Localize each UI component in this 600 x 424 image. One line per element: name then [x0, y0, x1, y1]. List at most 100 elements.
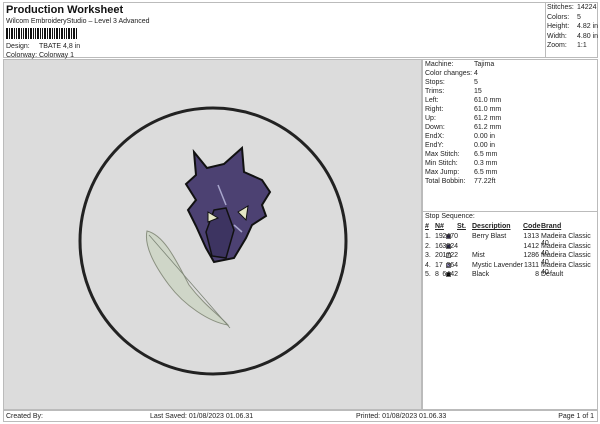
info-label: Total Bobbin:	[425, 178, 466, 185]
info-value: 4	[474, 70, 478, 77]
info-row: Down: 61.2 mm	[425, 124, 501, 131]
info-label: Right:	[425, 106, 444, 113]
thread-description: Mystic Lavender	[472, 261, 523, 269]
info-value: 6.5 mm	[474, 151, 498, 158]
info-label: EndX:	[425, 133, 445, 140]
printed-date: Printed: 01/08/2023 01.06.33	[356, 413, 447, 420]
thread-description: Mist	[472, 252, 485, 260]
info-label: Up:	[425, 115, 436, 122]
last-saved: Last Saved: 01/08/2023 01.06.31	[150, 413, 254, 420]
info-row: Max Stitch: 6.5 mm	[425, 151, 497, 158]
stitch-count: 364	[446, 261, 458, 269]
details-panel: Machine: Tajima Color changes: 4 Stops: 5 Trim…	[422, 59, 598, 410]
info-row: EndX: 0.00 in	[425, 133, 495, 140]
stat-value: 14224	[577, 4, 597, 11]
info-row: EndY: 0.00 in	[425, 142, 495, 149]
footer: Created By: Last Saved: 01/08/2023 01.06…	[3, 410, 598, 422]
stop-row: 5. 8 6442 Black 8 Default	[423, 271, 597, 281]
design-preview	[3, 59, 422, 410]
info-row: Color changes: 4	[425, 70, 478, 77]
info-row: Machine: Tajima	[425, 61, 494, 68]
info-value: 77.22ft	[474, 178, 496, 185]
stat-value: 4.82 in	[577, 23, 599, 30]
needle-num: 8	[435, 271, 439, 279]
stop-num: 4.	[425, 261, 431, 269]
info-value: 61.2 mm	[474, 115, 502, 122]
stop-num: 5.	[425, 271, 431, 279]
stat-value: 4.80 in	[577, 32, 599, 40]
info-row: Max Jump: 6.5 mm	[425, 169, 497, 176]
stop-row: 2. 16 3224 1412 Madeira Classic 40	[423, 242, 597, 257]
stop-num: 3.	[425, 252, 431, 260]
stitch-count: 6442	[442, 271, 458, 279]
info-value: 5	[474, 79, 478, 86]
design-label: Design:	[6, 43, 30, 50]
stop-num: 1.	[425, 233, 431, 240]
info-row: Trims: 15	[425, 88, 482, 95]
info-row: Stops: 5	[425, 79, 478, 86]
info-value: 0.3 mm	[474, 160, 498, 167]
info-label: Stops:	[425, 79, 445, 86]
info-value: 61.2 mm	[474, 124, 502, 131]
thread-description: Black	[472, 271, 490, 279]
stop-sequence-header: # N# St. Description Code Brand	[423, 223, 597, 233]
colorway-value: Colorway 1	[39, 52, 75, 59]
col-code: Code	[523, 223, 541, 230]
thread-code: 1412	[523, 242, 539, 250]
divider	[423, 211, 597, 212]
colorway-row: Colorway: Colorway 1	[6, 52, 74, 59]
stat-label: Stitches:	[547, 4, 574, 11]
info-label: Left:	[425, 97, 439, 104]
stop-sequence-title: Stop Sequence:	[425, 213, 475, 220]
wolf-head-design	[184, 145, 272, 264]
info-label: Color changes:	[425, 70, 473, 77]
colorway-label: Colorway:	[6, 52, 38, 59]
thread-code: 8	[535, 271, 539, 279]
stat-value: 5	[577, 13, 581, 21]
info-value: 15	[474, 88, 482, 95]
stitch-count: 3224	[442, 242, 458, 250]
info-row: Total Bobbin: 77.22ft	[425, 178, 495, 185]
info-label: EndY:	[425, 142, 444, 149]
stop-row: 3. 20 1722 Mist 1286 Madeira Classic 40	[423, 252, 597, 266]
thread-code: 1313	[523, 233, 539, 240]
barcode	[6, 28, 91, 39]
stat-label: Height:	[547, 23, 570, 30]
stop-row: 4. 17 364 Mystic Lavender 1311 Madeira Classi…	[423, 261, 597, 276]
thread-description: Berry Blast	[472, 233, 507, 240]
needle-num: 17	[435, 261, 443, 269]
info-row: Up: 61.2 mm	[425, 115, 501, 122]
page-number: Page 1 of 1	[558, 413, 594, 420]
stitch-count: 1722	[442, 252, 458, 260]
stop-num: 2.	[425, 242, 431, 250]
info-row: Min Stitch: 0.3 mm	[425, 160, 497, 167]
design-value: TBATE 4,8 in	[39, 43, 81, 50]
info-value: 0.00 in	[474, 142, 496, 149]
col-brand: Brand	[541, 223, 562, 230]
stat-label: Width:	[547, 32, 567, 40]
info-row: Right: 61.0 mm	[425, 106, 501, 113]
info-label: Min Stitch:	[425, 160, 458, 167]
info-label: Max Stitch:	[425, 151, 460, 158]
worksheet-header: Production Worksheet Wilcom EmbroiderySt…	[3, 2, 545, 59]
info-value: 6.5 mm	[474, 169, 498, 176]
stat-label: Zoom:	[547, 42, 567, 49]
info-label: Down:	[425, 124, 445, 131]
page-title: Production Worksheet	[6, 4, 124, 16]
info-value: 61.0 mm	[474, 106, 502, 113]
col-n: N#	[435, 223, 444, 230]
stat-value: 1:1	[577, 42, 587, 49]
info-label: Machine:	[425, 61, 454, 68]
stats-box: Stitches: 14224 Colors: 5 Height: 4.82 in Widt…	[545, 2, 598, 58]
created-by: Created By:	[6, 413, 43, 420]
thread-brand: Default	[541, 271, 564, 279]
design-row: Design: TBATE 4,8 in	[6, 43, 80, 50]
thread-code: 1311	[523, 261, 539, 269]
col-description: Description	[472, 223, 511, 230]
info-value: Tajima	[474, 61, 495, 68]
software-name: Wilcom EmbroideryStudio – Level 3 Advanc…	[6, 18, 150, 25]
thread-code: 1286	[523, 252, 539, 260]
stat-label: Colors:	[547, 13, 570, 21]
stitch-count: 2470	[442, 233, 458, 240]
col-num: #	[425, 223, 429, 230]
